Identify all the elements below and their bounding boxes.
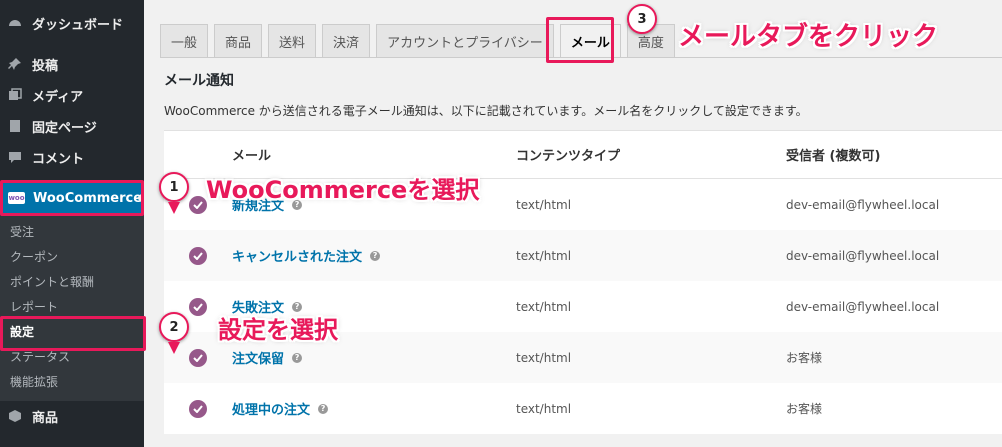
column-header-email: メール	[232, 149, 272, 164]
sidebar-item-label: コメント	[32, 151, 85, 167]
page-icon	[8, 119, 22, 133]
tab-products[interactable]: 商品	[214, 24, 263, 57]
content-type-cell: text/html	[516, 401, 572, 416]
content-type-cell: text/html	[516, 248, 572, 263]
step-2-pointer	[168, 342, 180, 354]
sidebar-item-media[interactable]: メディア	[0, 80, 144, 110]
sidebar-item-label: ダッシュボード	[32, 17, 124, 33]
submenu-item-reports[interactable]: レポート	[10, 296, 58, 316]
email-name-link[interactable]: 注文保留	[232, 348, 284, 367]
woocommerce-highlight	[0, 180, 144, 216]
content-type-cell: text/html	[516, 350, 572, 365]
column-header-content-type: コンテンツタイプ	[516, 149, 621, 164]
tab-general[interactable]: 一般	[160, 24, 209, 57]
sidebar-item-pages[interactable]: 固定ページ	[0, 111, 144, 141]
sidebar-item-products[interactable]: 商品	[0, 401, 144, 431]
email-name-link[interactable]: キャンセルされた注文	[232, 246, 362, 265]
recipient-cell: dev-email@flywheel.local	[786, 248, 940, 263]
enabled-check-icon	[189, 348, 207, 367]
step-2-callout: 設定を選択	[218, 316, 338, 344]
enabled-check-icon	[189, 399, 207, 418]
step-3-callout: メールタブをクリック	[678, 22, 939, 52]
woocommerce-submenu: 受注 クーポン ポイントと報酬 レポート 設定 ステータス 機能拡張	[0, 213, 144, 401]
email-name-link[interactable]: 処理中の注文	[232, 399, 310, 418]
sidebar-item-label: 投稿	[32, 58, 59, 74]
step-2-badge: 2	[159, 312, 189, 342]
tab-accounts-privacy[interactable]: アカウントとプライバシー	[376, 24, 554, 57]
content-type-cell: text/html	[516, 197, 572, 212]
submenu-item-extensions[interactable]: 機能拡張	[10, 371, 58, 391]
step-3-badge: 3	[627, 4, 657, 34]
page-title: メール通知	[164, 73, 234, 89]
help-icon[interactable]: ?	[370, 250, 381, 261]
recipient-cell: お客様	[786, 351, 823, 365]
sidebar-item-comments[interactable]: コメント	[0, 142, 144, 172]
enabled-check-icon	[189, 195, 207, 214]
media-icon	[8, 88, 22, 102]
settings-highlight	[0, 316, 146, 351]
recipient-cell: dev-email@flywheel.local	[786, 197, 940, 212]
step-1-pointer	[168, 202, 180, 214]
sidebar-item-posts[interactable]: 投稿	[0, 49, 144, 79]
submenu-item-coupons[interactable]: クーポン	[10, 246, 58, 266]
table-row: 処理中の注文? text/html お客様	[164, 383, 1002, 434]
products-icon	[8, 409, 22, 423]
sidebar-item-label: メディア	[32, 89, 84, 105]
submenu-item-points[interactable]: ポイントと報酬	[10, 271, 94, 291]
submenu-item-orders[interactable]: 受注	[10, 221, 34, 241]
dashboard-icon	[8, 16, 22, 30]
comment-icon	[8, 150, 22, 164]
sidebar-item-dashboard[interactable]: ダッシュボード	[0, 8, 144, 38]
help-icon[interactable]: ?	[318, 403, 329, 414]
sidebar-item-label: 固定ページ	[32, 120, 97, 136]
tab-payments[interactable]: 決済	[322, 24, 371, 57]
pin-icon	[8, 57, 22, 71]
recipient-cell: dev-email@flywheel.local	[786, 299, 940, 314]
content-type-cell: text/html	[516, 299, 572, 314]
step-1-callout: WooCommerceを選択	[206, 176, 480, 204]
page-description: WooCommerce から送信される電子メール通知は、以下に記載されています。…	[164, 104, 808, 118]
admin-sidebar: ダッシュボード 投稿 メディア 固定ページ コメント woo WooCommer…	[0, 0, 144, 447]
column-header-recipient: 受信者 (複数可)	[786, 149, 881, 164]
enabled-check-icon	[189, 297, 207, 316]
help-icon[interactable]: ?	[292, 352, 303, 363]
sidebar-item-label: 商品	[32, 410, 59, 426]
tab-shipping[interactable]: 送料	[268, 24, 317, 57]
enabled-check-icon	[189, 246, 207, 265]
email-tab-highlight	[546, 17, 614, 63]
recipient-cell: お客様	[786, 402, 823, 416]
step-1-badge: 1	[159, 172, 189, 202]
table-row: キャンセルされた注文? text/html dev-email@flywheel…	[164, 230, 1002, 281]
